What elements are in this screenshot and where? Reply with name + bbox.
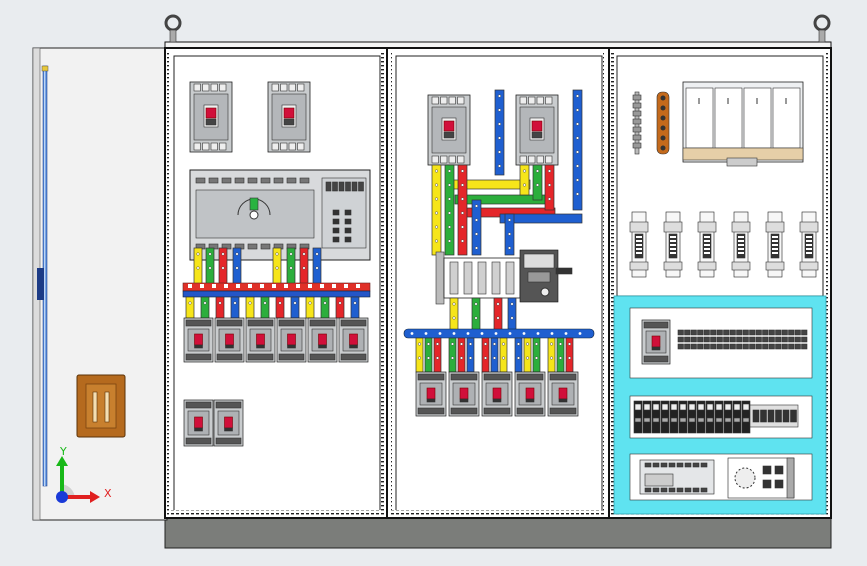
isolator-switch [435, 249, 573, 305]
drop-busbar [205, 247, 215, 285]
feeder-busbar [415, 337, 424, 373]
feeder-busbar [245, 296, 255, 319]
feeder-busbar [448, 337, 457, 373]
feeder-busbar [215, 296, 225, 319]
busbar [507, 297, 517, 331]
mccb-breaker [415, 371, 447, 417]
feeder-busbar [290, 296, 300, 319]
cabinet-assembly-drawing: Y X [32, 14, 832, 549]
triad-x-label: X [104, 487, 112, 500]
mccb-breaker [276, 317, 307, 363]
feeder-busbar [433, 337, 442, 373]
feeder-busbar [320, 296, 330, 319]
drop-busbar [232, 247, 242, 285]
drop-busbar [312, 247, 322, 285]
busbar [572, 89, 583, 211]
feeder-busbar [556, 337, 565, 373]
plc-module [639, 459, 715, 495]
busbar [519, 164, 530, 196]
busbar [493, 297, 503, 331]
feeder-busbar [424, 337, 433, 373]
distribution-rail [182, 282, 371, 298]
door-handle [76, 374, 126, 438]
feeder-busbar [514, 337, 523, 373]
fuse-holder [663, 211, 683, 278]
drop-busbar [193, 247, 203, 285]
main-circuit-breaker [427, 94, 471, 166]
cad-viewport[interactable]: Y X [0, 0, 867, 562]
feeder-busbar [547, 337, 556, 373]
busbar [431, 164, 442, 256]
feeder-busbar [305, 296, 315, 319]
main-circuit-breaker [267, 81, 311, 153]
busbar [504, 213, 515, 256]
plc-controller [189, 169, 371, 261]
feeder-busbar [350, 296, 360, 319]
main-circuit-breaker [189, 81, 233, 153]
mccb-breaker [214, 317, 245, 363]
lifting-eye-icon [164, 14, 182, 43]
neutral-rail [403, 328, 595, 339]
busbar [544, 164, 555, 211]
fuse-holder [697, 211, 717, 278]
mccb-breaker [183, 399, 214, 447]
mccb-breaker [641, 319, 671, 365]
busbar [471, 297, 481, 331]
triad-y-label: Y [59, 445, 67, 458]
busbar [532, 164, 543, 201]
fuse-holder [765, 211, 785, 278]
feeder-busbar [335, 296, 345, 319]
busbar [494, 89, 505, 176]
feeder-busbar [457, 337, 466, 373]
mccb-breaker [213, 399, 244, 447]
fuse-holder [629, 211, 649, 278]
relay-bank [682, 81, 804, 167]
feeder-busbar [466, 337, 475, 373]
drop-busbar [286, 247, 296, 285]
mccb-breaker [338, 317, 369, 363]
feeder-busbar [185, 296, 195, 319]
busbar [454, 194, 546, 205]
feeder-busbar [230, 296, 240, 319]
mccb-breaker [481, 371, 513, 417]
busbar [457, 164, 468, 256]
feeder-busbar [565, 337, 574, 373]
busbar [471, 199, 482, 256]
drop-busbar [272, 247, 282, 285]
open-door [32, 47, 168, 521]
feeder-busbar [523, 337, 532, 373]
feeder-busbar [499, 337, 508, 373]
mccb-breaker [448, 371, 480, 417]
main-circuit-breaker [515, 94, 559, 166]
drop-busbar [299, 247, 309, 285]
feeder-busbar [275, 296, 285, 319]
feeder-busbar [200, 296, 210, 319]
lifting-eye-icon [813, 14, 831, 43]
fuse-holder [731, 211, 751, 278]
fuse-holder [799, 211, 819, 278]
feeder-busbar [490, 337, 499, 373]
mccb-breaker [307, 317, 338, 363]
cabinet-plinth [164, 515, 832, 549]
busbar [449, 297, 459, 331]
power-meter [727, 457, 795, 499]
drop-busbar [218, 247, 228, 285]
mccb-breaker [245, 317, 276, 363]
feeder-busbar [532, 337, 541, 373]
mccb-breaker [183, 317, 214, 363]
mccb-breaker [547, 371, 579, 417]
mccb-breaker [514, 371, 546, 417]
busbar [444, 164, 455, 256]
feeder-busbar [260, 296, 270, 319]
feeder-busbar [481, 337, 490, 373]
